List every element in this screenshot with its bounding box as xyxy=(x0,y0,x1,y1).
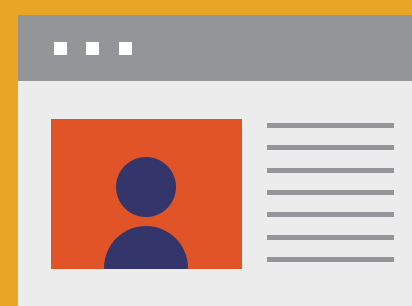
text-placeholder-line xyxy=(267,212,394,217)
text-placeholder-line xyxy=(267,123,394,128)
window-control-dot[interactable] xyxy=(86,42,99,55)
text-placeholder-line xyxy=(267,145,394,150)
browser-window xyxy=(18,15,412,306)
window-control-dot[interactable] xyxy=(54,42,67,55)
user-silhouette-head-icon xyxy=(116,157,176,217)
profile-photo-placeholder xyxy=(51,119,242,269)
window-titlebar xyxy=(18,15,412,81)
text-placeholder-line xyxy=(267,235,394,240)
text-placeholder-line xyxy=(267,190,394,195)
window-control-dot[interactable] xyxy=(119,42,132,55)
text-placeholder-line xyxy=(267,168,394,173)
text-placeholder-line xyxy=(267,257,394,262)
illustration-canvas xyxy=(0,0,412,306)
user-silhouette-body-icon xyxy=(104,226,188,269)
